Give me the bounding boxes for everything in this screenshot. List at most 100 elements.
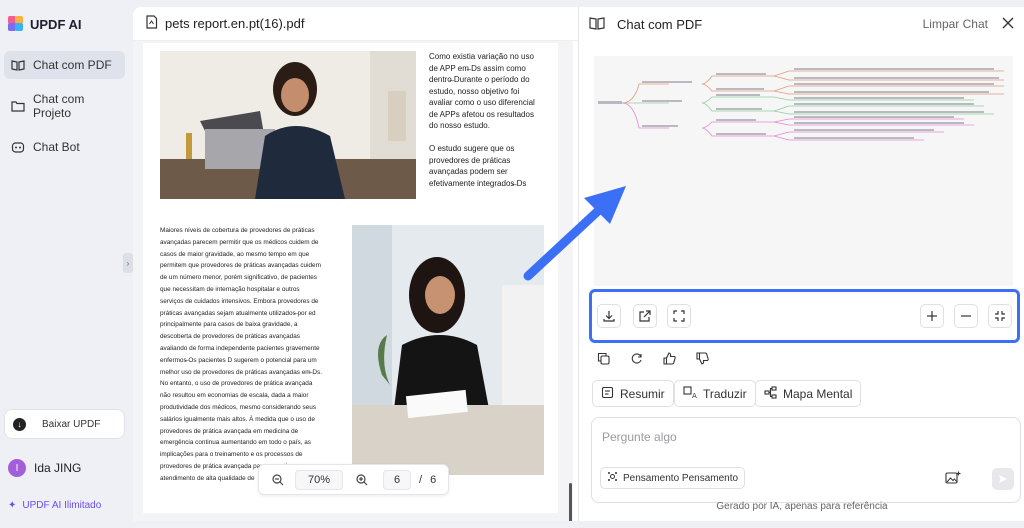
pdf-text-line [429, 132, 547, 144]
pdf-text-line: de APPs afetou os resultados [429, 109, 534, 119]
mind-map-button[interactable]: Mapa Mental [755, 380, 862, 407]
mind-map-preview[interactable] [594, 56, 1013, 286]
pdf-text-line: O estudo sugere que os [429, 144, 515, 153]
pdf-text-line: descoberta de provedores de práticas ava… [160, 333, 300, 341]
pdf-text-line: implicações para o treinamento e os proc… [160, 451, 303, 459]
pdf-text-line: No entanto, o uso de provedores de práti… [160, 380, 313, 388]
pdf-viewer: pets report.en.pt(16).pdf Como existia v… [133, 7, 578, 521]
collapse-icon[interactable] [988, 304, 1012, 328]
sidebar-item-label: Chat com Projeto [33, 92, 85, 120]
user-profile[interactable]: I Ida JING [8, 459, 81, 477]
sparkle-icon: ✦ [8, 500, 17, 511]
thumbs-up-icon[interactable] [661, 350, 677, 366]
pdf-text-line: avançadas parecem permitir que os médico… [160, 238, 319, 246]
pdf-text-line: Maiores níveis de cobertura de provedore… [160, 227, 315, 234]
pdf-text-line: provedores de prática avançada em medici… [160, 427, 299, 435]
pdf-text-line: avaliando de forma independente paciente… [160, 344, 320, 352]
summary-icon [601, 386, 614, 402]
translate-button[interactable]: A Traduzir [674, 380, 756, 407]
sidebar-item-chat-pdf[interactable]: Chat com PDF [4, 51, 125, 79]
add-image-icon[interactable] [943, 469, 963, 487]
download-label: Baixar UPDF [42, 418, 101, 430]
zoom-in-icon[interactable] [349, 467, 375, 493]
pdf-text-line: principalmente para casos de baixa gravi… [160, 321, 298, 329]
pdf-filename: pets report.en.pt(16).pdf [165, 16, 305, 31]
pdf-text-line: que necessitam de internação hospitalar … [160, 285, 300, 293]
pdf-text-line: enfermos̶ Os pacientes D sugerem o poten… [160, 356, 317, 364]
page-separator: / [419, 473, 423, 486]
pdf-canvas[interactable]: Como existia variação no uso de APP em̶ D… [133, 41, 573, 521]
chat-title: Chat com PDF [617, 16, 703, 32]
summarize-label: Resumir [620, 386, 665, 401]
zoom-toolbar: 70% 6 / 6 [258, 464, 449, 495]
page-number-input[interactable]: 6 [383, 469, 411, 490]
regenerate-icon[interactable] [628, 350, 644, 366]
send-button[interactable] [992, 468, 1014, 490]
thumbs-down-icon[interactable] [694, 350, 710, 366]
download-icon[interactable] [597, 304, 621, 328]
sidebar-item-label: Chat Bot [33, 140, 80, 154]
close-icon[interactable] [1002, 17, 1014, 32]
folder-icon [11, 99, 25, 113]
ai-disclaimer: Gerado por IA, apenas para referência [716, 501, 888, 512]
mind-map-label: Mapa Mental [783, 386, 853, 401]
total-pages: 6 [430, 473, 437, 486]
clear-chat-button[interactable]: Limpar Chat [923, 17, 988, 31]
pdf-text-column-left: Maiores níveis de cobertura de provedore… [160, 225, 343, 485]
pdf-text-line: de APP em̶ Ds assim como [429, 63, 526, 73]
download-icon: ↓ [13, 417, 26, 431]
photo-woman-laptop [160, 51, 416, 199]
pdf-text-line: avaliar como o uso diferencial [429, 98, 535, 107]
zoom-level[interactable]: 70% [295, 469, 343, 490]
pdf-text-column-right: Como existia variação no uso de APP em̶ D… [429, 51, 547, 189]
thinking-label: Pensamento Pensamento [623, 472, 739, 484]
pdf-text-line: efetivamente integrados̶ Ds [429, 178, 527, 188]
book-open-icon[interactable] [589, 16, 605, 33]
sidebar: UPDF AI Chat com PDF Chat com Projeto Ch… [0, 0, 133, 528]
chat-input-box: Pensamento Pensamento [591, 417, 1021, 503]
zoom-in-icon[interactable] [920, 304, 944, 328]
pdf-text-line: não resultou em economias de escala, dad… [160, 392, 309, 400]
copy-icon[interactable] [595, 350, 611, 366]
chat-panel: Chat com PDF Limpar Chat Resumir A Tradu… [578, 7, 1024, 521]
share-icon[interactable] [633, 304, 657, 328]
pdf-text-line: provedores de práticas [429, 155, 511, 165]
pdf-text-line: permitem que provedores de práticas avan… [160, 262, 321, 270]
upgrade-label: UPDF AI Ilimitado [22, 500, 102, 511]
download-updf-button[interactable]: ↓ Baixar UPDF [4, 409, 125, 439]
pdf-text-line: práticas avançadas sejam atualmente util… [160, 309, 316, 317]
sidebar-item-label: Chat com PDF [33, 58, 112, 72]
pdf-text-line: melhor uso de provedores de práticas ava… [160, 368, 322, 376]
pdf-text-line: produtividade dos médicos, mesmo conside… [160, 403, 316, 411]
expand-icon[interactable] [667, 304, 691, 328]
chat-input[interactable] [602, 430, 982, 444]
sidebar-collapse-handle[interactable]: › [123, 253, 133, 273]
zoom-out-icon[interactable] [954, 304, 978, 328]
pdf-file-icon [145, 15, 158, 32]
pdf-scrollbar[interactable] [569, 483, 572, 521]
pdf-text-line: dentro̶ Durante o período do [429, 75, 530, 84]
upgrade-link[interactable]: ✦ UPDF AI Ilimitado [8, 500, 101, 511]
app-logo: UPDF AI [8, 16, 82, 32]
pdf-header: pets report.en.pt(16).pdf [133, 7, 578, 41]
chat-header: Chat com PDF Limpar Chat [579, 7, 1024, 41]
translate-label: Traduzir [703, 386, 747, 401]
mind-map-toolbar [589, 289, 1020, 343]
book-open-icon [11, 58, 25, 72]
summarize-button[interactable]: Resumir [592, 380, 674, 407]
pdf-text-line: casos de maior gravidade, ao mesmo tempo… [160, 250, 310, 258]
pdf-text-line: de um número menor, porém significativo,… [160, 274, 318, 282]
chevron-right-icon: › [126, 258, 130, 268]
translate-icon: A [683, 385, 697, 402]
message-actions [595, 350, 710, 366]
sidebar-item-chat-project[interactable]: Chat com Projeto [4, 92, 125, 120]
updf-logo-icon [8, 16, 24, 32]
pdf-text-line: do nosso estudo. [429, 121, 490, 130]
zoom-out-icon[interactable] [265, 467, 291, 493]
user-name: Ida JING [34, 461, 82, 475]
pdf-text-line: Como existia variação no uso [429, 52, 534, 61]
thinking-toggle[interactable]: Pensamento Pensamento [600, 467, 746, 489]
avatar: I [8, 459, 26, 477]
sidebar-item-chat-bot[interactable]: Chat Bot [4, 133, 125, 161]
pdf-text-line: salários igualmente mais altos. À medida… [160, 415, 315, 423]
